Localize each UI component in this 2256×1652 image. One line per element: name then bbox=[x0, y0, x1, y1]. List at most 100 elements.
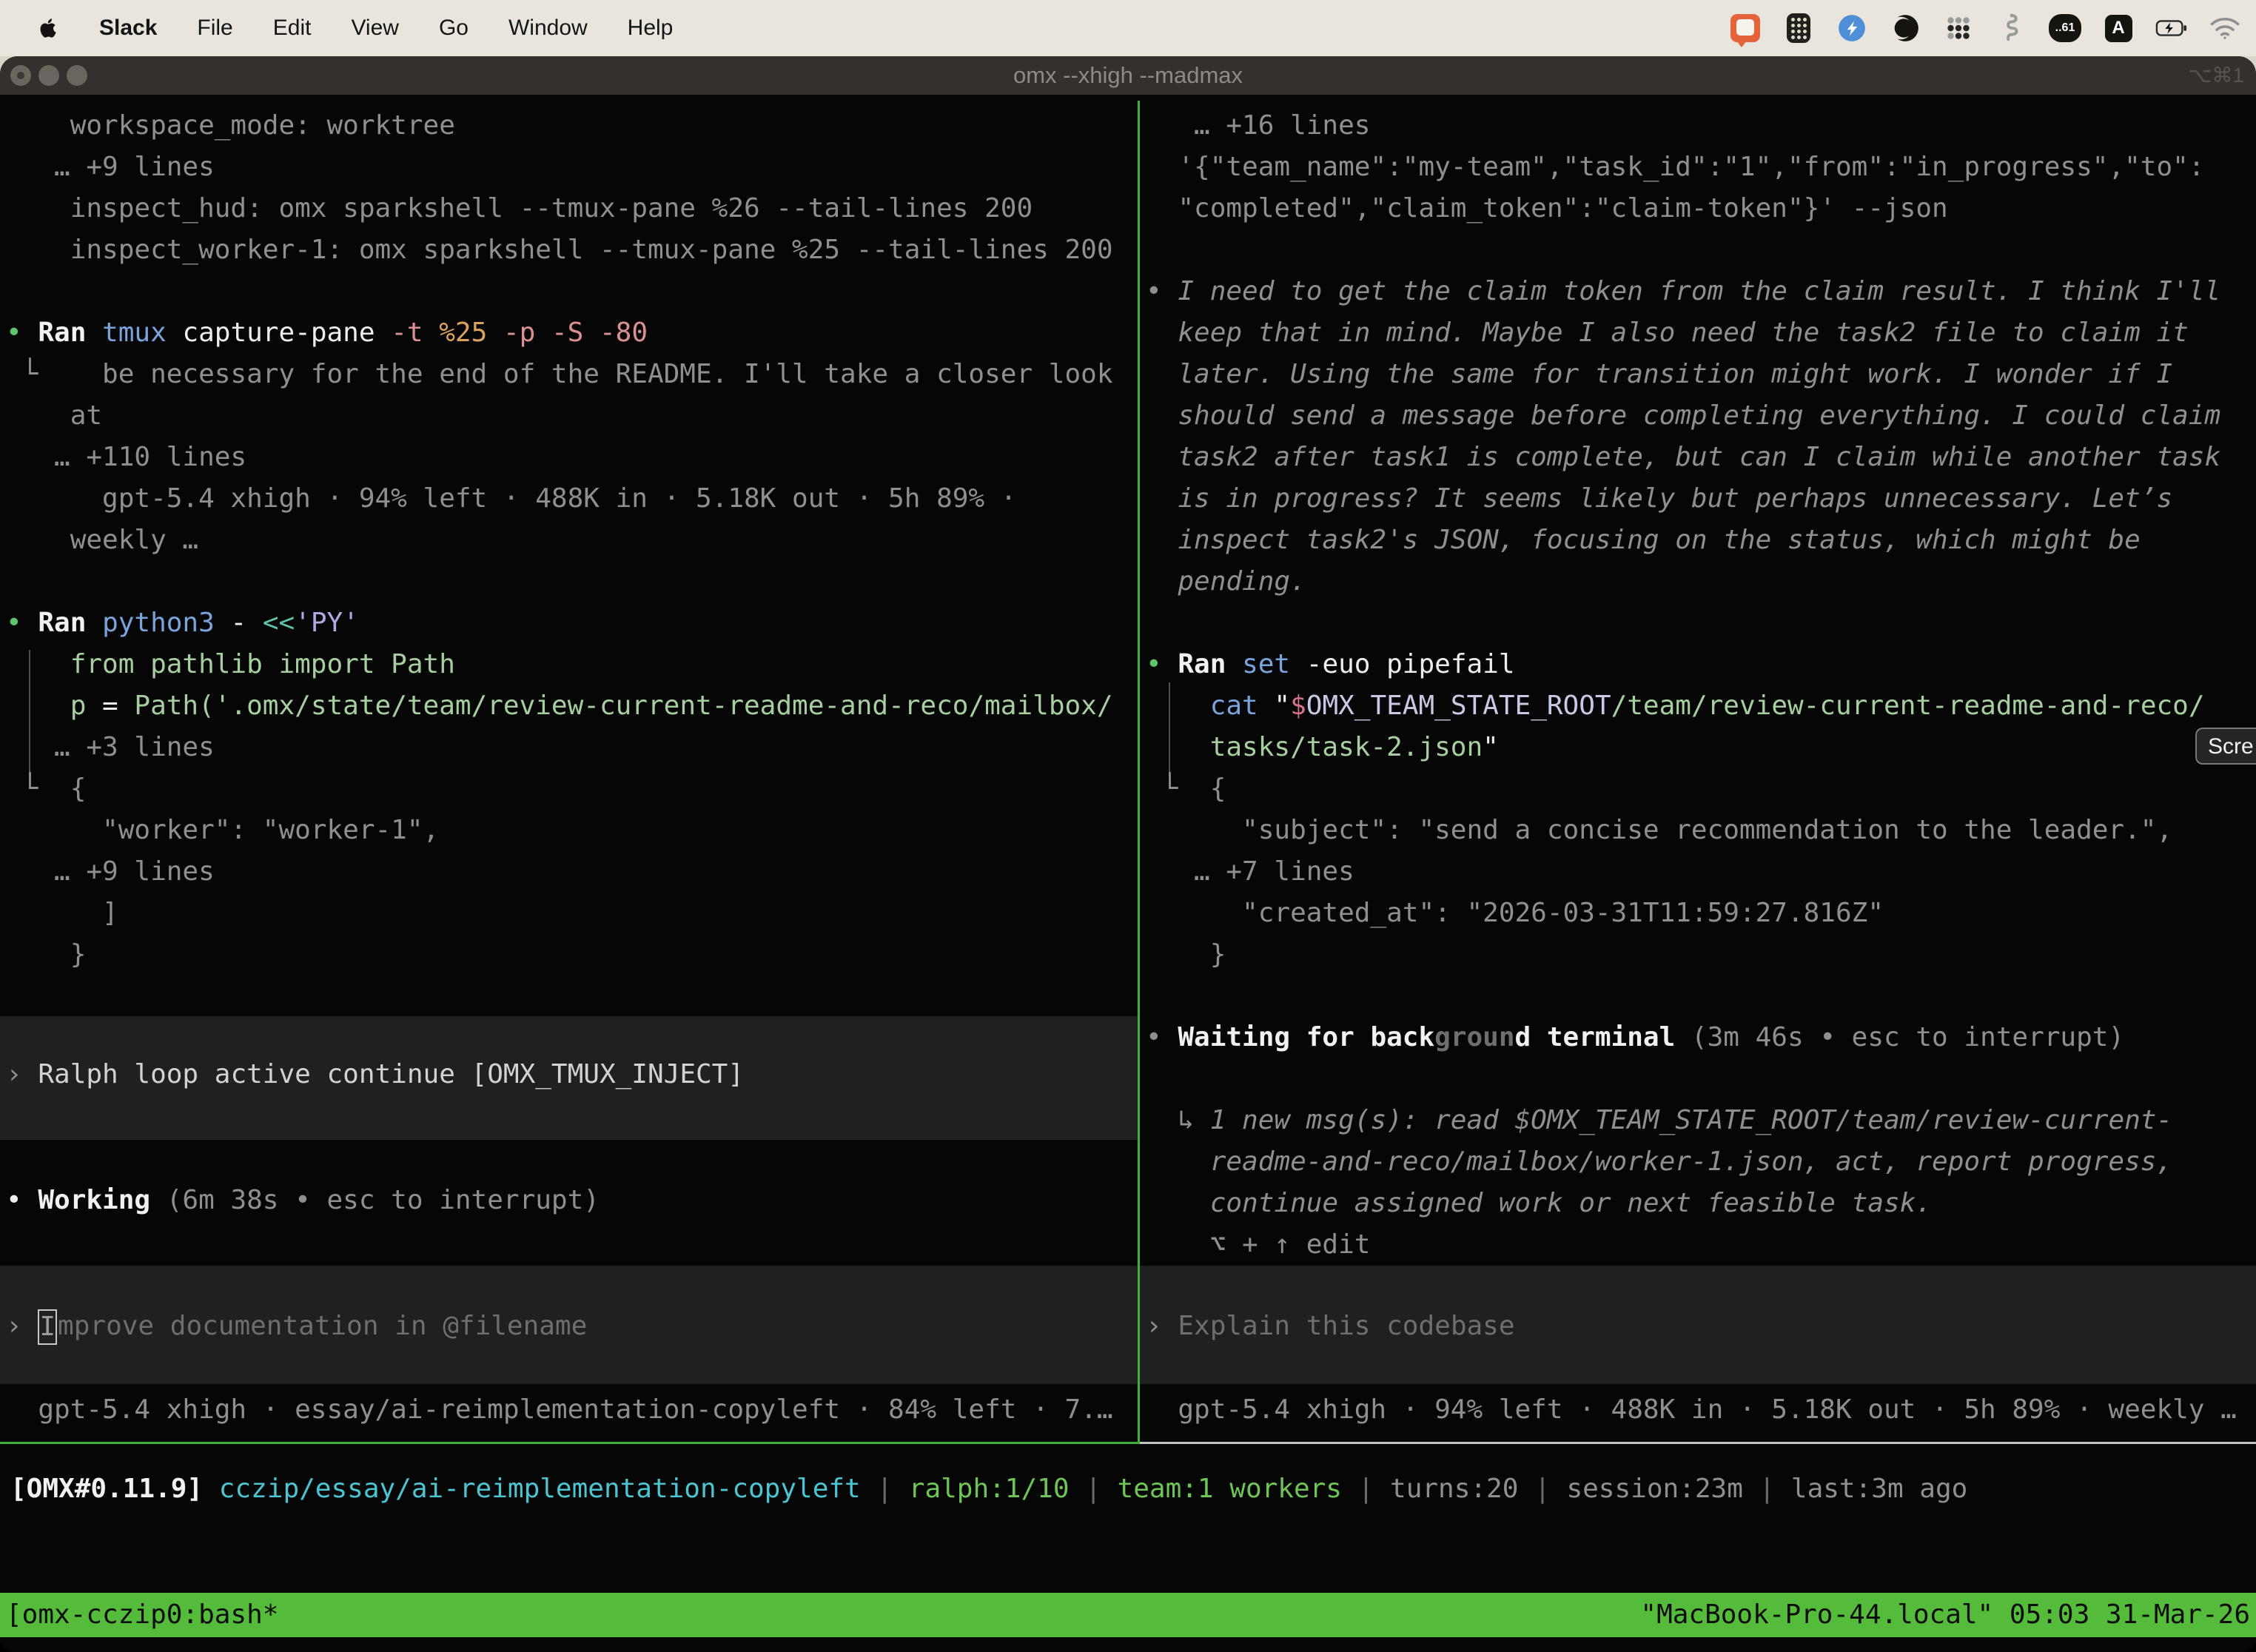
text-segment: set bbox=[1242, 649, 1306, 679]
terminal-pane-right[interactable]: … +16 lines '{"team_name":"my-team","tas… bbox=[1140, 98, 2256, 1442]
menu-item-window[interactable]: Window bbox=[508, 16, 588, 41]
terminal-line: • Ran tmux capture-pane -t %25 -p -S -80 bbox=[6, 312, 1138, 354]
moon-icon[interactable] bbox=[1889, 12, 1921, 44]
window-title: omx --xhigh --madmax bbox=[0, 56, 2256, 95]
text-segment: › bbox=[1146, 1311, 1178, 1341]
text-segment: … +9 lines bbox=[6, 856, 215, 887]
battery-61-badge[interactable]: ..61 bbox=[2049, 12, 2081, 44]
text-segment: task2 after task1 is complete, but can I… bbox=[1146, 442, 2220, 472]
text-segment: … +9 lines bbox=[6, 152, 215, 182]
text-segment: tmux bbox=[102, 318, 182, 348]
terminal-line: continue assigned work or next feasible … bbox=[1146, 1183, 2256, 1224]
terminal-line: › Improve documentation in @filename bbox=[6, 1306, 1138, 1347]
text-segment: p bbox=[6, 691, 102, 721]
text-segment: - bbox=[230, 608, 262, 638]
text-segment: turns:20 bbox=[1390, 1474, 1534, 1504]
text-segment: › bbox=[6, 1311, 38, 1341]
text-segment: Ran bbox=[38, 318, 102, 348]
text-segment: | bbox=[876, 1474, 908, 1504]
letter-a-app-icon[interactable]: A bbox=[2102, 12, 2135, 44]
text-segment: Path('.omx/state/team/review-current-rea… bbox=[134, 691, 1112, 721]
window-title-bar[interactable]: omx --xhigh --madmax ⌥⌘1 bbox=[0, 56, 2256, 95]
text-segment: } bbox=[1146, 939, 1226, 970]
pane-border-bottom-inactive bbox=[1140, 1442, 2256, 1444]
terminal-line: … +110 lines bbox=[6, 437, 1138, 478]
terminal-line: … +7 lines bbox=[1146, 851, 2256, 893]
apple-icon[interactable] bbox=[37, 16, 59, 41]
terminal-line: … +3 lines bbox=[6, 727, 1138, 768]
text-segment: … +110 lines bbox=[6, 442, 246, 472]
terminal-line: later. Using the same for transition mig… bbox=[1146, 354, 2256, 395]
menu-item-help[interactable]: Help bbox=[628, 16, 674, 41]
terminal-line: gpt-5.4 xhigh · 94% left · 488K in · 5.1… bbox=[6, 478, 1138, 520]
text-segment: Waiting for back bbox=[1178, 1022, 1434, 1052]
text-segment: readme-and-reco/mailbox/worker-1.json, a… bbox=[1146, 1146, 2172, 1177]
chat-app-icon[interactable] bbox=[1729, 12, 1762, 44]
text-segment: "created_at": "2026-03-31T11:59:27.816Z" bbox=[1146, 898, 1884, 928]
text-segment: "completed","claim_token":"claim-token"}… bbox=[1146, 193, 1948, 224]
text-segment: OMX_TEAM_STATE_ROOT bbox=[1306, 691, 1611, 721]
tmux-host-clock: "MacBook-Pro-44.local" 05:03 31-Mar-26 bbox=[1640, 1593, 2250, 1637]
text-segment: last:3m ago bbox=[1791, 1474, 1967, 1504]
text-segment: └ { bbox=[1146, 773, 1226, 804]
terminal-line: › Ralph loop active continue [OMX_TMUX_I… bbox=[6, 1054, 1138, 1095]
battery-icon[interactable] bbox=[2155, 12, 2188, 44]
text-segment: gpt-5.4 xhigh · 94% left · 488K in · 5.1… bbox=[1146, 1394, 2237, 1425]
terminal-line: "worker": "worker-1", bbox=[6, 810, 1138, 851]
terminal-line: "completed","claim_token":"claim-token"}… bbox=[1146, 188, 2256, 229]
text-segment: should send a message before completing … bbox=[1146, 400, 2220, 431]
terminal-line: "subject": "send a concise recommendatio… bbox=[1146, 810, 2256, 851]
text-segment: ralph:1/10 bbox=[909, 1474, 1085, 1504]
pane-divider-vertical[interactable] bbox=[1138, 101, 1140, 1444]
terminal-line: • Waiting for background terminal (3m 46… bbox=[1146, 1017, 2256, 1058]
menu-item-view[interactable]: View bbox=[351, 16, 398, 41]
dots-grid-icon[interactable] bbox=[1942, 12, 1975, 44]
terminal-line: keep that in mind. Maybe I also need the… bbox=[1146, 312, 2256, 354]
menu-bar-left: Slack File Edit View Go Window Help bbox=[0, 16, 673, 41]
terminal-line: • I need to get the claim token from the… bbox=[1146, 271, 2256, 312]
text-segment: I need to get the claim token from the c… bbox=[1178, 276, 2220, 306]
terminal-line: } bbox=[6, 934, 1138, 976]
menu-item-file[interactable]: File bbox=[197, 16, 232, 41]
text-segment: (6m 38s • esc to interrupt) bbox=[167, 1185, 600, 1215]
text-segment: cczip/essay/ai-reimplementation-copyleft bbox=[219, 1474, 877, 1504]
text-segment: pending. bbox=[1146, 566, 1306, 597]
text-segment: gpt-5.4 xhigh · 94% left · 488K in · 5.1… bbox=[6, 483, 1016, 514]
text-segment: | bbox=[1358, 1474, 1390, 1504]
text-segment: ] bbox=[6, 898, 118, 928]
terminal-line: gpt-5.4 xhigh · essay/ai-reimplementatio… bbox=[6, 1389, 1138, 1431]
text-segment: continue assigned work or next feasible … bbox=[1146, 1188, 1932, 1218]
menu-item-go[interactable]: Go bbox=[439, 16, 469, 41]
text-segment: ↳ bbox=[1146, 1105, 1210, 1135]
terminal-line: cat "$OMX_TEAM_STATE_ROOT/team/review-cu… bbox=[1146, 685, 2256, 727]
menu-bar-status-icons: ..61 A bbox=[1729, 12, 2256, 44]
terminal-line: ] bbox=[6, 893, 1138, 934]
screen-capture-overlay[interactable]: Scre bbox=[2195, 728, 2256, 765]
terminal-line: inspect task2's JSON, focusing on the st… bbox=[1146, 520, 2256, 561]
text-segment: is in progress? It seems likely but perh… bbox=[1146, 483, 2172, 514]
terminal-line: p = Path('.omx/state/team/review-current… bbox=[6, 685, 1138, 727]
wifi-icon[interactable] bbox=[2209, 12, 2241, 44]
menu-item-app[interactable]: Slack bbox=[99, 16, 157, 41]
text-segment: -t bbox=[391, 318, 439, 348]
keypad-app-icon[interactable] bbox=[1782, 12, 1815, 44]
terminal-line: └ { bbox=[6, 768, 1138, 810]
text-segment: << bbox=[263, 608, 295, 638]
blue-badge-icon[interactable] bbox=[1836, 12, 1868, 44]
terminal-line: › Explain this codebase bbox=[1146, 1306, 2256, 1347]
text-segment: └ be necessary for the end of the README… bbox=[6, 359, 1113, 389]
text-segment: team:1 workers bbox=[1118, 1474, 1358, 1504]
text-segment: • bbox=[1146, 649, 1178, 679]
terminal-line: task2 after task1 is complete, but can I… bbox=[1146, 437, 2256, 478]
text-segment: weekly … bbox=[6, 525, 198, 555]
terminal-line: • Working (6m 38s • esc to interrupt) bbox=[6, 1180, 1138, 1221]
dragon-icon[interactable] bbox=[1995, 12, 2028, 44]
menu-item-edit[interactable]: Edit bbox=[273, 16, 312, 41]
text-segment: … +16 lines bbox=[1146, 110, 1370, 141]
terminal-pane-left[interactable]: workspace_mode: worktree … +9 lines insp… bbox=[0, 98, 1138, 1442]
text-segment: Ran bbox=[38, 608, 102, 638]
menu-bar: Slack File Edit View Go Window Help bbox=[0, 0, 2256, 56]
text-segment: = bbox=[102, 691, 134, 721]
tmux-session-label[interactable]: [omx-cczip0:bash* bbox=[6, 1593, 278, 1637]
pane-border-bottom-active bbox=[0, 1442, 1138, 1444]
